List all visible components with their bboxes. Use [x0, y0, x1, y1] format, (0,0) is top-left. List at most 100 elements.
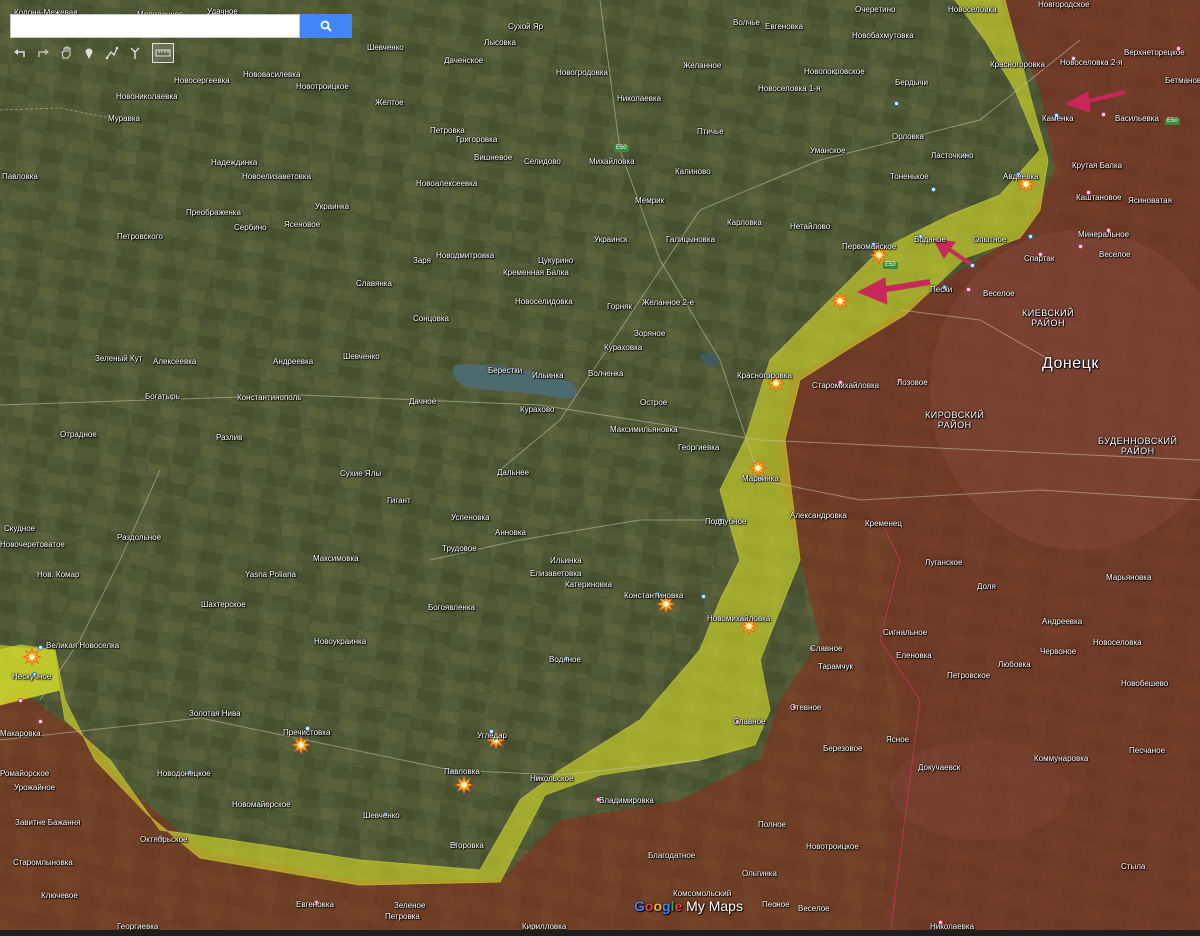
explosion-icon[interactable] [455, 776, 473, 794]
place-label: Разлив [216, 433, 243, 442]
place-label: Дачное [409, 397, 437, 406]
place-label: Сербино [234, 223, 267, 232]
place-label: Богатырь [145, 392, 180, 401]
place-label: Комсомольский [673, 889, 732, 898]
place-label: Острое [640, 398, 668, 407]
place-label: Константиновка [624, 591, 684, 600]
place-label: Старомлыновка [13, 858, 73, 867]
ruler-icon [155, 49, 171, 57]
bottom-bar [0, 930, 1200, 936]
place-label: Ильинка [532, 371, 564, 380]
place-label: Григоровка [456, 135, 498, 144]
place-label: Благодатное [648, 851, 696, 860]
place-label: Петровского [117, 232, 163, 241]
place-label: Катериновка [565, 580, 613, 589]
place-label: Новгородское [1038, 0, 1090, 9]
place-label: Сонцовка [413, 314, 449, 323]
explosion-icon[interactable] [292, 736, 310, 754]
place-label: Нетайлово [790, 222, 831, 231]
redo-icon [38, 49, 49, 57]
place-label: Макаровка [0, 729, 41, 738]
place-label: Елизаветовка [530, 569, 582, 578]
place-label: Надеждинка [211, 158, 258, 167]
place-label: Славянка [356, 279, 392, 288]
undo-button[interactable] [10, 43, 30, 63]
location-marker[interactable] [38, 719, 43, 724]
directions-button[interactable] [125, 43, 145, 63]
place-label: Андреевка [1042, 617, 1083, 626]
place-label: Веселое [1099, 250, 1131, 259]
place-label: Кураховка [604, 343, 643, 352]
explosion-icon[interactable] [23, 648, 41, 666]
place-label: Скудное [4, 524, 36, 533]
place-label: Ясеновое [284, 220, 321, 229]
place-label: Золотая Нива [189, 709, 241, 718]
place-label: Евгеновка [296, 900, 335, 909]
search-input[interactable] [10, 14, 300, 38]
google-mymaps-logo: Google My Maps [634, 898, 743, 914]
place-label: Новобахмутовка [852, 31, 914, 40]
place-label: Уманское [810, 146, 846, 155]
place-label: Березовое [823, 744, 863, 753]
place-label: Желанное 2-е [642, 298, 695, 307]
location-marker[interactable] [18, 698, 23, 703]
place-label: Веселое [983, 289, 1015, 298]
location-marker[interactable] [701, 594, 706, 599]
place-label: Волчье [733, 18, 760, 27]
location-marker[interactable] [38, 645, 43, 650]
draw-line-button[interactable] [102, 43, 122, 63]
place-label: Пески [930, 285, 953, 294]
place-label: Алексеевка [153, 357, 197, 366]
location-marker[interactable] [970, 263, 975, 268]
place-label: Калиново [675, 167, 711, 176]
place-label: Новотроицкое [806, 842, 859, 851]
place-label: Новодонецкое [157, 769, 211, 778]
measure-button[interactable] [152, 43, 174, 63]
place-label: Новопокровское [804, 67, 865, 76]
place-label: Нескучное [12, 672, 52, 681]
place-label: Андреевка [273, 357, 314, 366]
place-label: Ольгинка [742, 869, 777, 878]
draw-line-icon [105, 46, 119, 60]
place-label: Доля [977, 582, 996, 591]
search-button[interactable] [300, 14, 352, 38]
place-label: Песное [762, 900, 790, 909]
place-label: Даченское [444, 56, 484, 65]
place-label: Новомайорское [232, 800, 291, 809]
location-marker[interactable] [966, 287, 971, 292]
place-label: Владимировка [599, 796, 654, 805]
place-label: Сигнальное [883, 628, 928, 637]
explosion-icon[interactable] [831, 292, 849, 310]
undo-icon [14, 49, 25, 57]
place-label: Первомайское [842, 242, 897, 251]
place-label: Червоное [1040, 647, 1077, 656]
location-marker[interactable] [1078, 244, 1083, 249]
place-label: Новоселовка 1-я [758, 84, 821, 93]
place-label: Шевченко [367, 43, 404, 52]
place-label: Любовка [998, 660, 1031, 669]
road-label: E50 [883, 262, 898, 269]
place-label: Максимильяновка [610, 425, 678, 434]
pan-button[interactable] [56, 43, 76, 63]
add-marker-button[interactable] [79, 43, 99, 63]
place-label: Лысовка [484, 38, 516, 47]
redo-button[interactable] [33, 43, 53, 63]
place-label: Константинополь [237, 393, 302, 402]
place-label: Муравка [108, 114, 140, 123]
place-label: Бетманово [1165, 76, 1200, 85]
location-marker[interactable] [1028, 234, 1033, 239]
location-marker[interactable] [931, 187, 936, 192]
place-label: Новоалексеевка [416, 179, 478, 188]
place-label: Нов. Комар [37, 570, 80, 579]
place-label: Горняк [607, 302, 632, 311]
place-label: Зоряное [634, 329, 666, 338]
place-label: Красногоровка [737, 371, 792, 380]
place-label: Ясное [886, 735, 910, 744]
location-marker[interactable] [894, 101, 899, 106]
place-label: Евгеновка [765, 22, 804, 31]
marker-icon [85, 48, 93, 59]
place-label: Славное [733, 717, 766, 726]
place-label: Михайловка [589, 157, 635, 166]
location-marker[interactable] [1101, 112, 1106, 117]
place-label: Шевченко [343, 352, 380, 361]
